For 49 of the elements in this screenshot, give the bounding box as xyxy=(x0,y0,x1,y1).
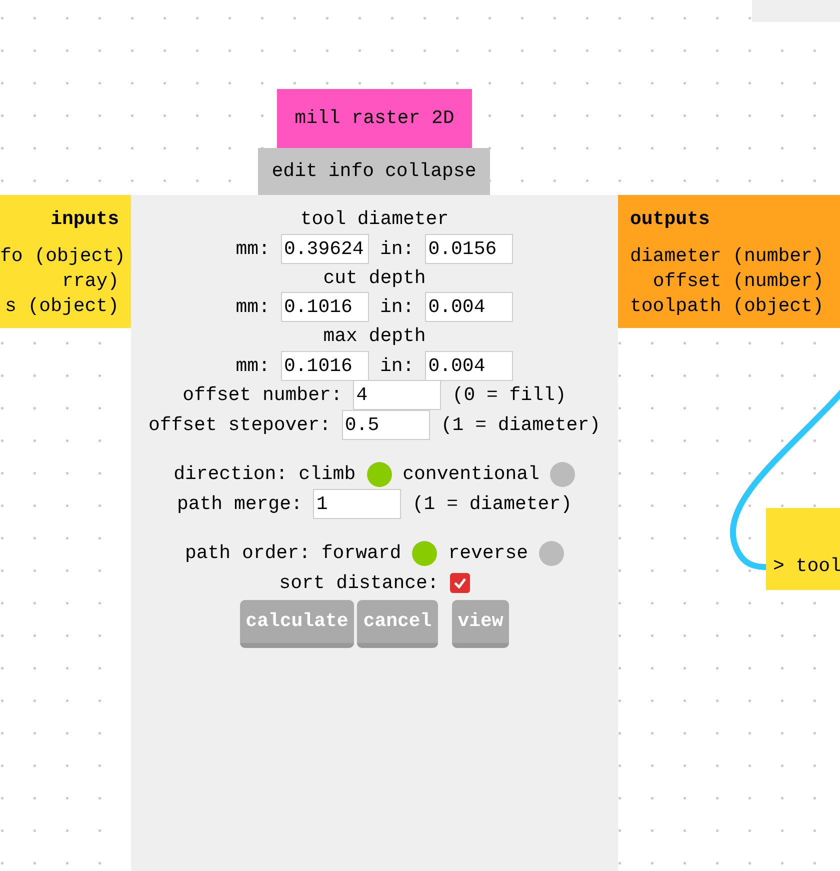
input-port[interactable]: s (object) xyxy=(0,294,119,319)
section-heading: max depth xyxy=(323,324,426,350)
input-field[interactable]: 0.39624 xyxy=(281,234,369,264)
field-label: in: xyxy=(380,236,414,262)
field-note: (0 = fill) xyxy=(452,383,566,408)
menu-link[interactable]: collapse xyxy=(385,157,476,186)
field-note: (1 = diameter) xyxy=(440,412,601,438)
field-label: offset number: xyxy=(182,383,342,408)
input-field[interactable]: 0.1016 xyxy=(281,292,369,322)
menu-link[interactable]: edit xyxy=(272,157,318,186)
input-field[interactable]: 0.1016 xyxy=(281,350,369,381)
input-port[interactable]: rray) xyxy=(0,269,119,294)
radio-button[interactable] xyxy=(550,462,576,487)
field-label: mm: xyxy=(236,354,270,378)
field-label: mm: xyxy=(236,236,270,262)
field-label: path merge: xyxy=(176,492,302,516)
field-label: mm: xyxy=(236,295,270,320)
input-field[interactable]: 0.004 xyxy=(425,350,514,381)
field-label: direction: xyxy=(174,462,288,487)
node-title: inputs xyxy=(50,207,119,232)
check-icon xyxy=(452,576,467,590)
menu-link[interactable]: info xyxy=(328,157,374,186)
input-field[interactable]: 0.5 xyxy=(342,410,430,440)
input-field[interactable]: 1 xyxy=(313,488,402,519)
option-label: conventional xyxy=(402,462,540,487)
field-label: in: xyxy=(380,354,414,378)
section-heading: cut depth xyxy=(323,266,426,291)
option-label: reverse xyxy=(448,541,528,566)
node-title: outputs xyxy=(630,207,711,232)
input-field[interactable]: 0.004 xyxy=(425,292,514,322)
checkbox[interactable] xyxy=(450,572,470,593)
option-label: climb xyxy=(298,462,356,487)
module-title: mill raster 2D xyxy=(277,89,472,148)
field-label: path order: xyxy=(184,541,310,566)
field-note: (1 = diameter) xyxy=(412,492,572,516)
module-node: > tool xyxy=(766,508,840,590)
radio-button[interactable] xyxy=(539,540,564,566)
field-label: in: xyxy=(380,295,414,320)
radio-button[interactable] xyxy=(412,540,438,566)
section-heading: tool diameter xyxy=(300,207,449,232)
radio-button[interactable] xyxy=(366,462,392,487)
output-port[interactable]: offset (number) xyxy=(652,269,824,294)
output-port[interactable]: diameter (number) xyxy=(630,244,824,269)
field-label: offset stepover: xyxy=(148,412,331,438)
field-label: sort distance: xyxy=(279,570,439,596)
input-field[interactable]: 0.0156 xyxy=(425,234,514,264)
option-label: forward xyxy=(321,541,402,566)
input-field[interactable]: 4 xyxy=(353,380,442,410)
output-port[interactable]: toolpath (object) xyxy=(630,294,824,319)
